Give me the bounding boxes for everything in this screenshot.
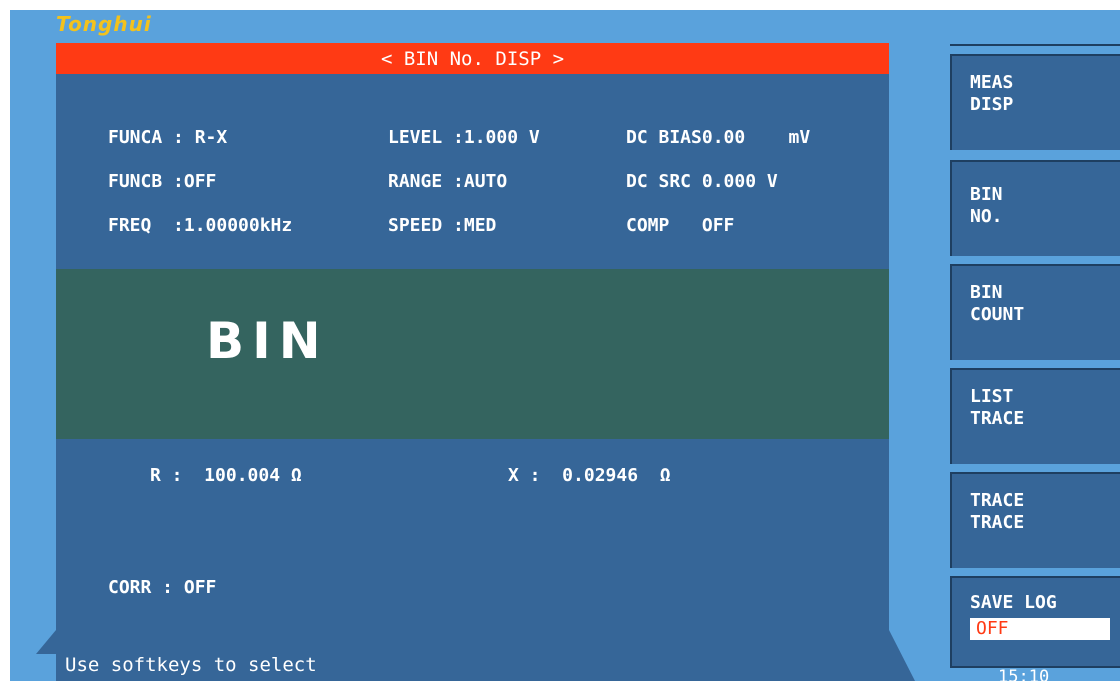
softkey-bin-count[interactable]: BIN COUNT bbox=[950, 264, 1120, 360]
range-setting: RANGE :AUTO bbox=[388, 171, 508, 192]
bin-result-panel: BIN bbox=[56, 269, 889, 439]
x-reading: X : 0.02946 Ω bbox=[508, 465, 671, 486]
softkey-divider bbox=[950, 44, 1120, 46]
status-corner-left bbox=[36, 630, 56, 654]
softkey-label: MEAS DISP bbox=[970, 72, 1014, 115]
correction-status: CORR : OFF bbox=[108, 577, 217, 598]
softkey-label: TRACE TRACE bbox=[970, 490, 1025, 533]
softkey-label: BIN COUNT bbox=[970, 282, 1025, 325]
speed-setting: SPEED :MED bbox=[388, 215, 497, 236]
softkey-panel: MEAS DISP BIN NO. BIN COUNT LIST TRACE T… bbox=[936, 10, 1120, 681]
dc-bias-setting: DC BIAS0.00 mV bbox=[626, 127, 811, 148]
status-message: Use softkeys to select bbox=[65, 654, 317, 676]
freq-setting: FREQ :1.00000kHz bbox=[108, 215, 293, 236]
softkey-label: BIN NO. bbox=[970, 184, 1003, 227]
softkey-trace-trace[interactable]: TRACE TRACE bbox=[950, 472, 1120, 568]
status-bar: Use softkeys to select bbox=[56, 652, 889, 681]
clock-time: 15:10 bbox=[998, 667, 1050, 687]
level-setting: LEVEL :1.000 V bbox=[388, 127, 540, 148]
comp-setting: COMP OFF bbox=[626, 215, 735, 236]
funca-setting: FUNCA : R-X bbox=[108, 127, 228, 148]
softkey-list-trace[interactable]: LIST TRACE bbox=[950, 368, 1120, 464]
r-reading: R : 100.004 Ω bbox=[150, 465, 302, 486]
status-corner-right bbox=[889, 630, 915, 681]
bin-result: BIN bbox=[206, 312, 329, 370]
softkey-label: LIST TRACE bbox=[970, 386, 1025, 429]
main-display: < BIN No. DISP > FUNCA : R-X FUNCB :OFF … bbox=[56, 43, 889, 665]
softkey-bin-no[interactable]: BIN NO. bbox=[950, 160, 1120, 256]
save-log-state: OFF bbox=[970, 618, 1110, 640]
funcb-setting: FUNCB :OFF bbox=[108, 171, 217, 192]
softkey-meas-disp[interactable]: MEAS DISP bbox=[950, 54, 1120, 150]
softkey-label: SAVE LOG bbox=[970, 592, 1057, 613]
softkey-save-log[interactable]: SAVE LOG OFF bbox=[950, 576, 1120, 666]
dc-src-setting: DC SRC 0.000 V bbox=[626, 171, 778, 192]
brand-logo: Tonghui bbox=[56, 12, 152, 36]
page-title: < BIN No. DISP > bbox=[56, 43, 889, 74]
